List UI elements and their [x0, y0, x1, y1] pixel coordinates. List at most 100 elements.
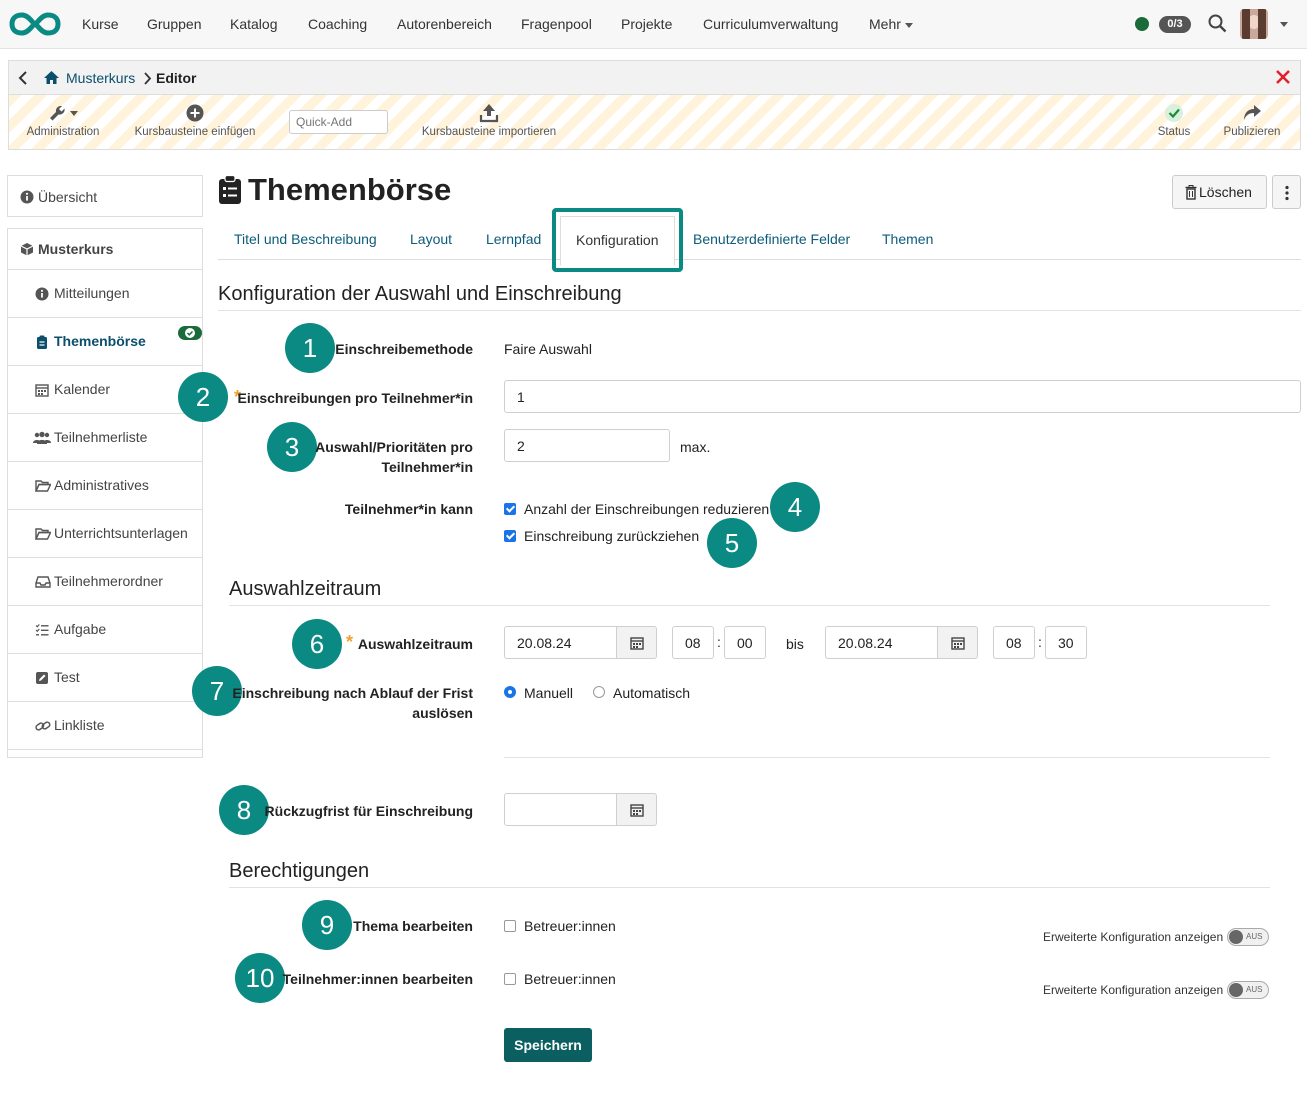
edit-participants-coaches-label[interactable]: Betreuer:innen [524, 971, 616, 987]
editor-toolbar: Administration Kursbausteine einfügen Ku… [8, 94, 1301, 150]
label-teilnehmer-kann: Teilnehmer*in kann [344, 501, 473, 517]
save-button[interactable]: Speichern [504, 1028, 592, 1062]
callout-9: 9 [302, 900, 352, 950]
sidebar-item-kalender[interactable]: Kalender [8, 366, 202, 414]
caret-down-icon[interactable] [1280, 22, 1288, 27]
delete-button[interactable]: Löschen [1172, 175, 1267, 209]
breadcrumb-course-link[interactable]: Musterkurs [66, 70, 135, 86]
calendar-icon [35, 384, 49, 397]
link-icon [35, 721, 51, 731]
start-date-input[interactable]: 20.08.24 [504, 626, 617, 659]
close-icon[interactable] [1275, 69, 1291, 85]
reduce-enrollments-checkbox[interactable] [504, 503, 516, 515]
advanced-config-label: Erweiterte Konfiguration anzeigen [1043, 930, 1224, 944]
plus-circle-icon [186, 104, 204, 122]
end-date-calendar-button[interactable] [937, 626, 978, 659]
withdraw-deadline-calendar-button[interactable] [616, 793, 657, 826]
advanced-config-toggle[interactable]: AUS [1227, 928, 1269, 946]
page-title: Themenbörse [248, 172, 452, 207]
end-hour-input[interactable]: 08 [993, 626, 1035, 659]
automatic-label[interactable]: Automatisch [613, 685, 690, 701]
search-icon[interactable] [1208, 14, 1227, 33]
priorities-input[interactable]: 2 [504, 429, 670, 462]
sidebar-item-themenboerse[interactable]: Themenbörse [8, 318, 202, 366]
tab-titel-und-beschreibung[interactable]: Titel und Beschreibung [234, 231, 377, 247]
edit-participants-coaches-checkbox[interactable] [504, 973, 516, 985]
automatic-radio[interactable] [593, 686, 605, 698]
avatar[interactable] [1240, 9, 1268, 39]
withdraw-enrollment-label[interactable]: Einschreibung zurückziehen [524, 528, 699, 544]
sidebar-item-teilnehmerliste[interactable]: Teilnehmerliste [8, 414, 202, 462]
sidebar-item-unterrichtsunterlagen[interactable]: Unterrichtsunterlagen [8, 510, 202, 558]
label-thema-bearbeiten: Thema bearbeiten [353, 918, 473, 934]
label-teilnehmer-bearbeiten: Teilnehmer:innen bearbeiten [282, 971, 473, 987]
quick-add-input[interactable] [289, 110, 388, 134]
publish-button[interactable]: Publizieren [1217, 103, 1287, 138]
status-button[interactable]: Status [1153, 103, 1195, 138]
chevron-right-icon [144, 72, 152, 85]
administration-button[interactable]: Administration [23, 103, 103, 138]
tab-themen[interactable]: Themen [882, 231, 933, 247]
edit-topic-coaches-checkbox[interactable] [504, 920, 516, 932]
withdraw-deadline-input[interactable] [504, 793, 617, 826]
start-date-calendar-button[interactable] [616, 626, 657, 659]
nav-fragenpool[interactable]: Fragenpool [521, 16, 592, 32]
info-circle-icon [20, 190, 34, 204]
sidebar-item-aufgabe[interactable]: Aufgabe [8, 606, 202, 654]
tab-lernpfad[interactable]: Lernpfad [486, 231, 541, 247]
edit-topic-coaches-label[interactable]: Betreuer:innen [524, 918, 616, 934]
top-navigation: Kurse Gruppen Katalog Coaching Autorenbe… [0, 0, 1307, 49]
infinity-logo-icon[interactable] [9, 11, 61, 37]
nav-katalog[interactable]: Katalog [230, 16, 277, 32]
label-prioritaeten-line2: Teilnehmer*in [381, 459, 473, 475]
manual-radio[interactable] [504, 686, 516, 698]
sidebar-item-linkliste[interactable]: Linkliste [8, 702, 202, 750]
nav-projekte[interactable]: Projekte [621, 16, 672, 32]
sidebar-overview[interactable]: Übersicht [7, 175, 203, 217]
manual-label[interactable]: Manuell [524, 685, 573, 701]
label-prioritaeten: Auswahl/Prioritäten pro [315, 439, 473, 455]
tab-layout[interactable]: Layout [410, 231, 452, 247]
import-course-elements-button[interactable]: Kursbausteine importieren [417, 103, 561, 138]
end-date-input[interactable]: 20.08.24 [825, 626, 938, 659]
label-einschreibung-nach-ablauf: Einschreibung nach Ablauf der Frist [232, 685, 473, 701]
toggle-knob [1229, 983, 1243, 997]
divider [229, 887, 1270, 888]
withdraw-enrollment-checkbox[interactable] [504, 530, 516, 542]
label-auswahlzeitraum: Auswahlzeitraum [357, 636, 473, 652]
start-hour-input[interactable]: 08 [672, 626, 714, 659]
sidebar-item-test[interactable]: Test [8, 654, 202, 702]
nav-coaching[interactable]: Coaching [308, 16, 367, 32]
enrollments-input[interactable]: 1 [504, 380, 1301, 413]
reduce-enrollments-label[interactable]: Anzahl der Einschreibungen reduzieren [524, 501, 769, 517]
divider [504, 757, 1270, 758]
check-circle-icon [185, 328, 195, 338]
counter-badge[interactable]: 0/3 [1159, 16, 1191, 33]
divider [218, 310, 1301, 311]
sidebar-item-administratives[interactable]: Administratives [8, 462, 202, 510]
published-check-badge [178, 326, 202, 340]
start-minute-input[interactable]: 00 [724, 626, 766, 659]
nav-curriculumverwaltung[interactable]: Curriculumverwaltung [703, 16, 838, 32]
sidebar-course-tree: Musterkurs Mitteilungen Themenbörse Kale… [7, 228, 203, 758]
callout-8: 8 [219, 785, 269, 835]
nav-kurse[interactable]: Kurse [82, 16, 119, 32]
more-options-button[interactable] [1272, 175, 1301, 209]
calendar-icon [630, 637, 644, 650]
calendar-icon [630, 804, 644, 817]
end-minute-input[interactable]: 30 [1045, 626, 1087, 659]
sidebar-item-mitteilungen[interactable]: Mitteilungen [8, 270, 202, 318]
advanced-config-toggle[interactable]: AUS [1227, 981, 1269, 999]
insert-course-element-button[interactable]: Kursbausteine einfügen [131, 103, 259, 138]
nav-gruppen[interactable]: Gruppen [147, 16, 201, 32]
tab-benutzerdefinierte-felder[interactable]: Benutzerdefinierte Felder [693, 231, 850, 247]
nav-mehr[interactable]: Mehr [869, 16, 913, 32]
clipboard-list-icon [219, 175, 241, 204]
sidebar-item-teilnehmerordner[interactable]: Teilnehmerordner [8, 558, 202, 606]
chevron-left-icon[interactable] [18, 71, 28, 85]
nav-autorenbereich[interactable]: Autorenbereich [397, 16, 492, 32]
folder-open-icon [35, 528, 51, 540]
sidebar-item-musterkurs[interactable]: Musterkurs [8, 229, 202, 270]
tab-konfiguration[interactable]: Konfiguration [560, 216, 675, 266]
home-icon[interactable] [43, 70, 60, 85]
